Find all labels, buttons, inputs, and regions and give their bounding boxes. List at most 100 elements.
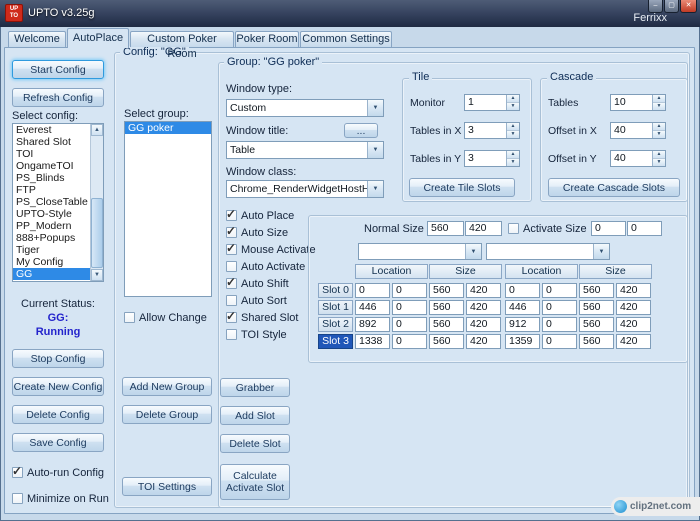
config-item-my-config[interactable]: My Config <box>13 256 90 268</box>
tab-common-settings[interactable]: Common Settings <box>300 31 392 47</box>
slot-1-label[interactable]: Slot 1 <box>318 300 353 315</box>
spin-up-icon[interactable]: ▲ <box>653 151 665 159</box>
grabber-button[interactable]: Grabber <box>220 378 290 397</box>
window-type-combo[interactable]: Custom ▼ <box>226 99 384 117</box>
delete-group-button[interactable]: Delete Group <box>122 405 212 424</box>
slot-cell[interactable]: 0 <box>542 334 577 349</box>
slot-3-label[interactable]: Slot 3 <box>318 334 353 349</box>
offset-in-x-spinner[interactable]: 40 ▲ ▼ <box>610 122 666 139</box>
slot-cell[interactable]: 0 <box>505 283 540 298</box>
config-list-scrollbar[interactable]: ▲ ▼ <box>90 124 103 281</box>
slot-cell[interactable]: 560 <box>429 300 464 315</box>
spin-down-icon[interactable]: ▼ <box>507 159 519 166</box>
config-item-ftp[interactable]: FTP <box>13 184 90 196</box>
spin-down-icon[interactable]: ▼ <box>507 103 519 110</box>
slot-cell[interactable]: 560 <box>429 283 464 298</box>
create-cascade-slots-button[interactable]: Create Cascade Slots <box>548 178 680 197</box>
slot-2-label[interactable]: Slot 2 <box>318 317 353 332</box>
config-item-everest[interactable]: Everest <box>13 124 90 136</box>
config-item-toi[interactable]: TOI <box>13 148 90 160</box>
slot-cell[interactable]: 420 <box>616 317 651 332</box>
refresh-config-button[interactable]: Refresh Config <box>12 88 104 107</box>
slot-cell[interactable]: 420 <box>616 300 651 315</box>
minimize-on-run-checkbox[interactable]: Minimize on Run <box>12 492 109 505</box>
config-item-ps-blinds[interactable]: PS_Blinds <box>13 172 90 184</box>
start-config-button[interactable]: Start Config <box>12 60 104 79</box>
slot-cell[interactable]: 420 <box>466 300 501 315</box>
spin-down-icon[interactable]: ▼ <box>653 159 665 166</box>
create-tile-slots-button[interactable]: Create Tile Slots <box>409 178 515 197</box>
spin-up-icon[interactable]: ▲ <box>507 151 519 159</box>
slot-cell[interactable]: 0 <box>392 334 427 349</box>
slot-cell[interactable]: 560 <box>579 283 614 298</box>
slot-cell[interactable]: 0 <box>392 300 427 315</box>
spin-up-icon[interactable]: ▲ <box>653 95 665 103</box>
slot-cell[interactable]: 446 <box>505 300 540 315</box>
toi-style-checkbox[interactable]: TOI Style <box>226 328 287 341</box>
slot-cell[interactable]: 0 <box>542 283 577 298</box>
window-title-browse-button[interactable]: ... <box>344 123 378 138</box>
auto-size-checkbox[interactable]: Auto Size <box>226 224 288 239</box>
create-new-config-button[interactable]: Create New Config <box>12 377 104 396</box>
activate-height-field[interactable]: 0 <box>627 221 662 236</box>
tab-custom-poker-room[interactable]: Custom Poker Room <box>130 31 234 60</box>
slot-cell[interactable]: 0 <box>542 317 577 332</box>
chevron-down-icon[interactable]: ▼ <box>367 100 383 116</box>
tab-autoplace[interactable]: AutoPlace <box>67 28 129 48</box>
chevron-down-icon[interactable]: ▼ <box>367 142 383 158</box>
config-item-pp-modern[interactable]: PP_Modern <box>13 220 90 232</box>
slot-cell[interactable]: 912 <box>505 317 540 332</box>
stop-config-button[interactable]: Stop Config <box>12 349 104 368</box>
save-config-button[interactable]: Save Config <box>12 433 104 452</box>
slots-combo-right[interactable]: ▼ <box>486 243 610 260</box>
delete-config-button[interactable]: Delete Config <box>12 405 104 424</box>
config-item-888-popups[interactable]: 888+Popups <box>13 232 90 244</box>
normal-width-field[interactable]: 560 <box>427 221 464 236</box>
activate-width-field[interactable]: 0 <box>591 221 626 236</box>
slot-cell[interactable]: 1359 <box>505 334 540 349</box>
slot-0-label[interactable]: Slot 0 <box>318 283 353 298</box>
slot-cell[interactable]: 420 <box>466 334 501 349</box>
slot-cell[interactable]: 420 <box>616 283 651 298</box>
offset-in-y-spinner[interactable]: 40 ▲ ▼ <box>610 150 666 167</box>
tab-poker-room[interactable]: Poker Room <box>235 31 299 47</box>
slot-cell[interactable]: 560 <box>579 334 614 349</box>
config-item-ongametoi[interactable]: OngameTOI <box>13 160 90 172</box>
spin-up-icon[interactable]: ▲ <box>507 123 519 131</box>
config-item-gg[interactable]: GG <box>13 268 90 280</box>
scroll-up-icon[interactable]: ▲ <box>91 124 103 136</box>
auto-sort-checkbox[interactable]: Auto Sort <box>226 294 287 307</box>
config-item-upto-style[interactable]: UPTO-Style <box>13 208 90 220</box>
auto-activate-checkbox[interactable]: Auto Activate <box>226 260 305 273</box>
slot-cell[interactable]: 560 <box>579 317 614 332</box>
delete-slot-button[interactable]: Delete Slot <box>220 434 290 453</box>
window-title-combo[interactable]: Table ▼ <box>226 141 384 159</box>
calculate-activate-slot-button[interactable]: Calculate Activate Slot <box>220 464 290 500</box>
spin-down-icon[interactable]: ▼ <box>653 103 665 110</box>
tables-in-y-spinner[interactable]: 3 ▲ ▼ <box>464 150 520 167</box>
slot-cell[interactable]: 0 <box>542 300 577 315</box>
slot-cell[interactable]: 0 <box>392 283 427 298</box>
group-item-gg-poker[interactable]: GG poker <box>125 122 211 134</box>
chevron-down-icon[interactable]: ▼ <box>593 244 609 259</box>
close-button[interactable]: ✕ <box>680 0 697 13</box>
tab-welcome[interactable]: Welcome <box>8 31 66 47</box>
scroll-down-icon[interactable]: ▼ <box>91 269 103 281</box>
chevron-down-icon[interactable]: ▼ <box>465 244 481 259</box>
slot-cell[interactable]: 420 <box>466 283 501 298</box>
slot-cell[interactable]: 0 <box>355 283 390 298</box>
config-item-tiger[interactable]: Tiger <box>13 244 90 256</box>
window-class-combo[interactable]: Chrome_RenderWidgetHostHWl ▼ <box>226 180 384 198</box>
add-slot-button[interactable]: Add Slot <box>220 406 290 425</box>
scrollbar-thumb[interactable] <box>91 198 103 268</box>
activate-size-checkbox[interactable]: Activate Size <box>508 222 587 235</box>
monitor-spinner[interactable]: 1 ▲ ▼ <box>464 94 520 111</box>
slot-cell[interactable]: 560 <box>429 334 464 349</box>
allow-change-checkbox[interactable]: Allow Change <box>124 311 207 324</box>
toi-settings-button[interactable]: TOI Settings <box>122 477 212 496</box>
slot-cell[interactable]: 560 <box>429 317 464 332</box>
spin-down-icon[interactable]: ▼ <box>507 131 519 138</box>
chevron-down-icon[interactable]: ▼ <box>367 181 383 197</box>
spin-up-icon[interactable]: ▲ <box>653 123 665 131</box>
config-item-ps-closetable[interactable]: PS_CloseTable <box>13 196 90 208</box>
